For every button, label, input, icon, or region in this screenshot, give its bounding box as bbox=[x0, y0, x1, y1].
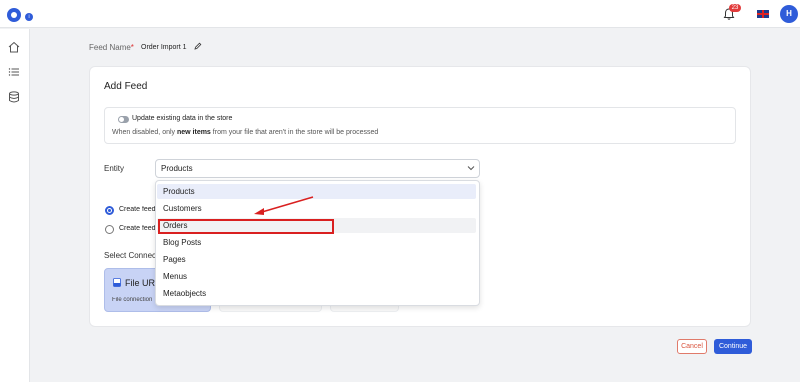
tile-subtitle: File connection bbox=[112, 297, 153, 303]
sidebar bbox=[0, 29, 30, 382]
radio-label-1: Create feed bbox=[119, 206, 156, 213]
cancel-button[interactable]: Cancel bbox=[677, 339, 707, 354]
entity-label: Entity bbox=[104, 164, 125, 173]
notification-count-badge: 23 bbox=[729, 4, 741, 12]
continue-button[interactable]: Continue bbox=[714, 339, 752, 354]
list-icon[interactable] bbox=[7, 65, 21, 79]
dropdown-option-menus[interactable]: Menus bbox=[157, 269, 476, 284]
info-badge-icon[interactable]: i bbox=[25, 13, 33, 21]
tile-title: File URL bbox=[125, 278, 155, 288]
pencil-edit-icon[interactable] bbox=[194, 42, 202, 50]
database-icon[interactable] bbox=[7, 90, 21, 104]
dropdown-option-customers[interactable]: Customers bbox=[157, 201, 476, 216]
dropdown-option-metaobjects[interactable]: Metaobjects bbox=[157, 286, 476, 301]
dropdown-option-pages[interactable]: Pages bbox=[157, 252, 476, 267]
uk-flag-icon[interactable] bbox=[757, 10, 769, 18]
dropdown-option-blog-posts[interactable]: Blog Posts bbox=[157, 235, 476, 250]
radio-create-feed-1[interactable] bbox=[105, 206, 114, 215]
avatar[interactable]: H bbox=[780, 5, 798, 23]
radio-create-feed-2[interactable] bbox=[105, 225, 114, 234]
select-connection-label: Select Connection bbox=[104, 251, 156, 260]
top-bar bbox=[0, 0, 800, 28]
home-icon[interactable] bbox=[7, 40, 21, 54]
update-existing-toggle[interactable] bbox=[118, 116, 129, 123]
feed-name-value: Order Import 1 bbox=[141, 44, 187, 51]
entity-select[interactable] bbox=[155, 159, 480, 178]
radio-label-2: Create feed bbox=[119, 225, 156, 232]
update-toggle-panel bbox=[104, 107, 736, 144]
toggle-label: Update existing data in the store bbox=[132, 115, 233, 122]
feed-name-label: Feed Name* bbox=[89, 43, 134, 52]
dropdown-option-products[interactable]: Products bbox=[157, 184, 476, 199]
annotation-highlight-box bbox=[158, 219, 334, 234]
card-title: Add Feed bbox=[104, 81, 148, 92]
toggle-help-text: When disabled, only new items from your … bbox=[112, 129, 379, 136]
chevron-down-icon[interactable] bbox=[467, 165, 475, 171]
entity-select-value[interactable]: Products bbox=[161, 164, 193, 173]
file-icon bbox=[113, 278, 121, 287]
app-logo-icon[interactable] bbox=[7, 8, 21, 22]
